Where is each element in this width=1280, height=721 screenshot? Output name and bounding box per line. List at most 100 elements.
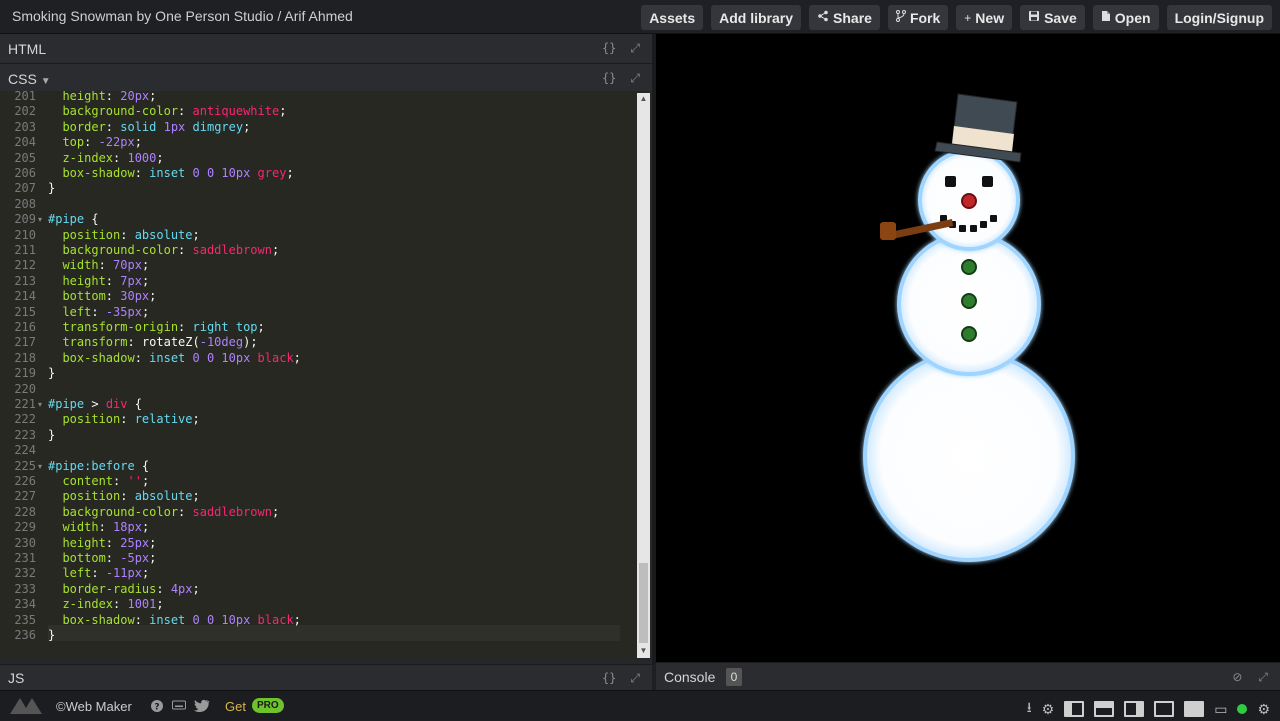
code-token: saddlebrown <box>192 243 272 257</box>
line-number: 207 <box>14 181 36 196</box>
twitter-icon[interactable] <box>194 699 210 716</box>
editor-scrollbar[interactable]: ▲ ▼ <box>637 93 650 658</box>
login-signup-button[interactable]: Login/Signup <box>1166 5 1272 30</box>
code-token: } <box>48 181 56 196</box>
pro-badge[interactable]: PRO <box>252 698 284 713</box>
download-icon[interactable]: ⭳ <box>1027 697 1032 721</box>
code-token: : <box>105 119 121 134</box>
line-number: 233 <box>14 581 36 596</box>
code-line: width: 18px; <box>48 520 149 534</box>
code-token: solid <box>120 119 164 134</box>
get-pro-link[interactable]: Get <box>225 699 246 714</box>
code-token: z-index <box>48 150 114 165</box>
code-token: { <box>134 458 150 473</box>
code-line: z-index: 1001; <box>48 597 163 612</box>
scroll-down-icon[interactable]: ▼ <box>638 646 649 656</box>
notifications-icon[interactable] <box>1237 704 1248 714</box>
layout-top-icon[interactable] <box>1094 701 1115 717</box>
code-token: } <box>48 628 56 642</box>
scrollbar-thumb[interactable] <box>639 563 648 643</box>
assets-button[interactable]: Assets <box>641 5 704 30</box>
code-token: : <box>105 289 121 304</box>
format-code-icon[interactable]: {} <box>602 71 616 86</box>
code-token: 20px <box>120 91 150 103</box>
code-line: } <box>48 181 55 195</box>
code-token: ; <box>149 535 157 550</box>
line-number: 219 <box>14 366 36 381</box>
code-token: : <box>178 320 193 334</box>
code-token: absolute <box>134 489 193 504</box>
format-code-icon[interactable]: {} <box>602 41 616 56</box>
line-number: 214 <box>14 289 36 304</box>
code-token: border <box>48 119 106 134</box>
code-line: left: -35px; <box>48 305 149 319</box>
gear-icon[interactable]: ⚙ <box>1257 701 1270 718</box>
code-token: ; <box>192 489 200 504</box>
line-number: 228 <box>14 504 36 519</box>
open-button[interactable]: Open <box>1092 5 1159 30</box>
code-line: width: 70px; <box>48 258 149 272</box>
code-line: transform-origin: right top; <box>48 320 264 334</box>
line-number: 211 <box>14 243 36 257</box>
code-token: z-index <box>48 597 114 612</box>
line-number: 236 <box>14 628 36 642</box>
top-bar: Smoking Snowman by One Person Studio / A… <box>0 0 1280 34</box>
code-token: ; <box>271 504 280 519</box>
clear-console-icon[interactable]: ⊘ <box>1232 670 1242 685</box>
css-pane-header[interactable]: CSS ▼ {} ⤢ <box>0 64 652 94</box>
keyboard-icon[interactable] <box>172 699 186 716</box>
layout-right-icon[interactable] <box>1124 701 1145 717</box>
code-token: 0 0 10px <box>192 612 258 627</box>
js-pane-header[interactable]: JS {} ⤢ <box>0 664 652 690</box>
code-token: ; <box>141 273 150 288</box>
code-token: 0 0 10px <box>192 166 258 180</box>
chevron-down-icon[interactable]: ▼ <box>41 76 51 87</box>
html-pane-header[interactable]: HTML {} ⤢ <box>0 34 652 64</box>
code-token: box-shadow <box>48 612 135 627</box>
fold-arrow-icon[interactable]: ▾ <box>38 215 42 224</box>
line-number: 217 <box>14 335 36 350</box>
line-number: 202 <box>14 104 36 119</box>
scroll-up-icon[interactable]: ▲ <box>638 94 649 104</box>
code-token: border-radius <box>48 581 157 596</box>
code-token: position <box>48 412 121 427</box>
line-number: 231 <box>14 551 36 565</box>
snowman-nose <box>961 193 977 209</box>
code-token: } <box>48 366 56 381</box>
save-button[interactable]: Save <box>1020 5 1085 30</box>
code-token: 18px <box>113 520 142 535</box>
layout-left-icon[interactable] <box>1064 701 1085 717</box>
code-token: : <box>113 597 128 612</box>
active-line-highlight <box>48 625 620 641</box>
line-number: 222 <box>14 412 36 427</box>
code-token: } <box>48 427 56 442</box>
help-icon[interactable]: ? <box>150 699 164 716</box>
fold-arrow-icon[interactable]: ▾ <box>38 400 42 409</box>
share-button[interactable]: Share <box>809 5 880 30</box>
detach-preview-icon[interactable]: ▭ <box>1214 701 1227 718</box>
fork-icon <box>895 10 906 25</box>
layout-full-icon[interactable] <box>1184 701 1205 717</box>
expand-console-icon[interactable]: ⤢ <box>1258 670 1268 685</box>
line-number: 206 <box>14 166 36 180</box>
snowman-eye <box>945 176 956 187</box>
html-pane-label: HTML <box>8 40 47 57</box>
expand-pane-icon[interactable]: ⤢ <box>630 41 640 56</box>
fold-arrow-icon[interactable]: ▾ <box>38 462 42 471</box>
line-number: 209 <box>14 212 36 227</box>
expand-pane-icon[interactable]: ⤢ <box>630 71 640 86</box>
new-button[interactable]: + New <box>956 5 1013 30</box>
add-library-button[interactable]: Add library <box>711 5 802 30</box>
layout-columns-icon[interactable] <box>1154 701 1175 717</box>
preview-frame[interactable] <box>656 34 1280 662</box>
settings-gear-icon[interactable]: ⚙ <box>1042 701 1055 718</box>
code-token: : <box>84 135 99 150</box>
css-code-editor[interactable]: 201 height: 20px; 202 background-color: a… <box>0 91 652 658</box>
console-bar[interactable]: Console 0 ⊘ ⤢ <box>656 662 1280 690</box>
line-number: 208 <box>14 196 36 211</box>
brand-name[interactable]: ©Web Maker <box>56 699 132 714</box>
fork-button[interactable]: Fork <box>887 5 949 30</box>
code-token: content <box>48 474 114 488</box>
format-code-icon[interactable]: {} <box>602 671 616 686</box>
expand-pane-icon[interactable]: ⤢ <box>630 671 640 686</box>
